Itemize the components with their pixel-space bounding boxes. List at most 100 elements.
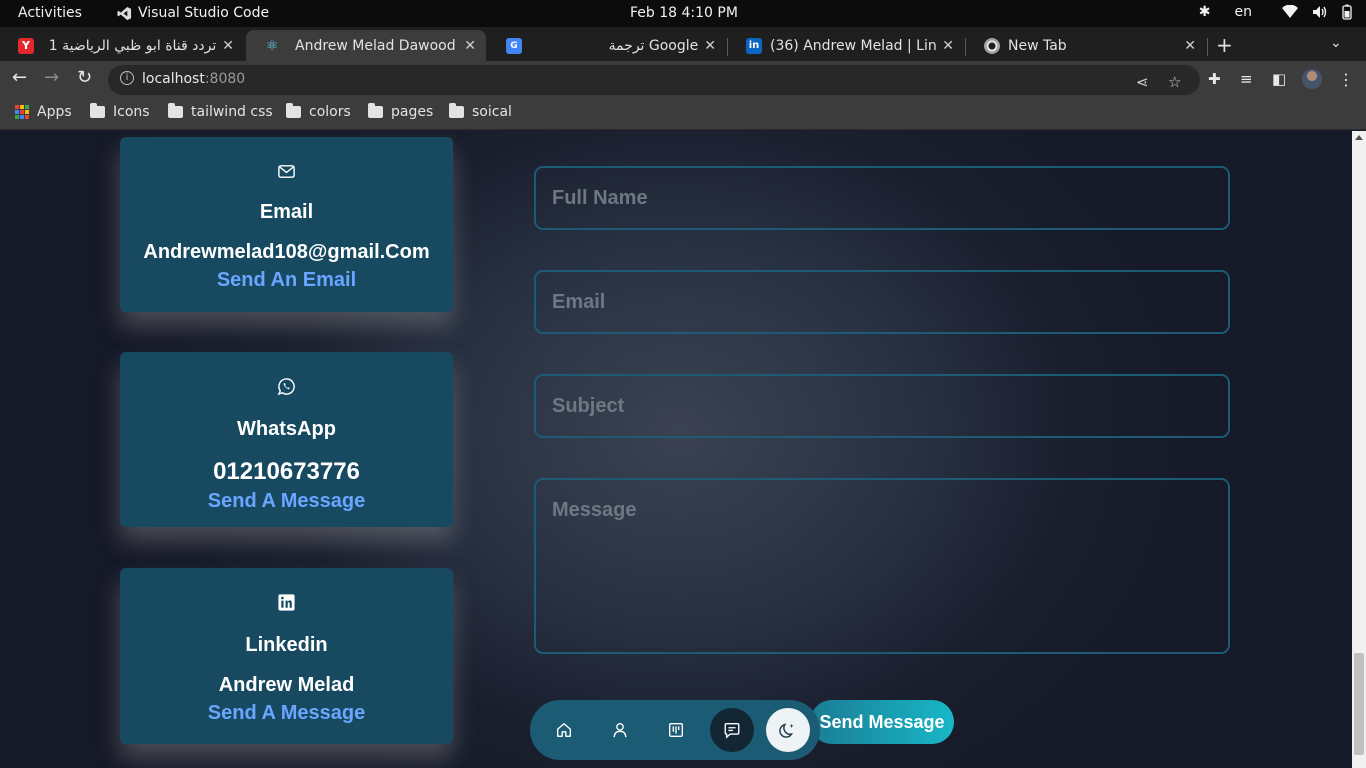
kebab-menu-icon[interactable]: ⋮ — [1338, 70, 1354, 89]
clock[interactable]: Feb 18 4:10 PM — [630, 5, 738, 21]
tab-search-chevron-icon[interactable]: ⌄ — [1330, 35, 1342, 51]
close-icon[interactable]: ✕ — [942, 38, 954, 54]
full-name-input[interactable] — [534, 166, 1230, 230]
nav-home-button[interactable] — [542, 708, 586, 752]
card-title: Email — [259, 201, 314, 223]
message-textarea[interactable] — [534, 478, 1230, 654]
bookmark-label: pages — [391, 104, 434, 120]
whatsapp-icon — [277, 378, 295, 396]
react-icon: ⚛ — [265, 37, 279, 54]
bookmark-apps[interactable]: Apps — [15, 104, 72, 120]
tab-title: Andrew Melad Dawood — [295, 37, 456, 54]
tab-new-tab[interactable]: New Tab ✕ — [966, 30, 1206, 61]
card-value: Andrew Melad — [218, 674, 355, 696]
bookmark-soical[interactable]: soical — [449, 103, 512, 120]
extensions-puzzle-icon[interactable]: ✚ — [1208, 70, 1221, 88]
bookmark-label: Icons — [113, 104, 150, 120]
folder-icon — [90, 103, 105, 118]
tab-title: New Tab — [1008, 37, 1067, 54]
apps-grid-icon — [15, 105, 29, 119]
browser-toolbar: ← → ↻ i localhost:8080 ⋖ ☆ ✚ ≡ ◧ ⋮ — [0, 61, 1366, 98]
nav-portfolio-button[interactable] — [654, 708, 698, 752]
card-title: Linkedin — [245, 634, 328, 656]
tab-title: Google ترجمة — [608, 37, 699, 54]
slack-icon[interactable]: ✱ — [1199, 4, 1211, 20]
tab-google-translate[interactable]: G Google ترجمة ✕ — [488, 30, 726, 61]
tab-separator — [1207, 38, 1208, 56]
bookmark-star-icon[interactable]: ☆ — [1168, 73, 1181, 91]
tab-linkedin[interactable]: in (36) Andrew Melad | Linke ✕ — [728, 30, 964, 61]
close-icon[interactable]: ✕ — [1184, 38, 1196, 54]
wifi-icon[interactable] — [1282, 5, 1298, 19]
home-icon — [557, 723, 571, 737]
bookmark-label: soical — [472, 104, 512, 120]
mail-icon — [278, 165, 295, 178]
folder-icon — [286, 103, 301, 118]
folder-icon — [168, 103, 183, 118]
google-translate-icon: G — [506, 37, 522, 54]
page-scrollbar[interactable] — [1352, 131, 1366, 768]
card-value: Andrewmelad108@gmail.Com — [143, 241, 430, 263]
volume-icon[interactable] — [1312, 5, 1328, 19]
scroll-up-arrow-icon[interactable] — [1355, 135, 1363, 140]
active-app-menu[interactable]: Visual Studio Code — [117, 5, 269, 21]
nav-contact-button[interactable] — [710, 708, 754, 752]
share-icon[interactable]: ⋖ — [1136, 73, 1149, 91]
activities-button[interactable]: Activities — [18, 5, 82, 21]
forward-arrow-icon[interactable]: → — [44, 67, 59, 88]
user-icon — [613, 723, 627, 738]
bookmark-colors[interactable]: colors — [286, 103, 351, 120]
send-whatsapp-link[interactable]: Send A Message — [120, 490, 453, 513]
tab-strip: Y تردد قناة ابو ظبي الرياضية 1 ✕ ⚛ Andre… — [0, 27, 1366, 61]
portfolio-icon — [669, 723, 683, 737]
contact-card-email: Email Andrewmelad108@gmail.Com Send An E… — [120, 137, 453, 312]
new-tab-button[interactable]: + — [1216, 33, 1233, 57]
close-icon[interactable]: ✕ — [222, 38, 234, 54]
contact-card-linkedin: Linkedin Andrew Melad Send A Message — [120, 568, 453, 744]
bookmark-label: colors — [309, 104, 351, 120]
close-icon[interactable]: ✕ — [464, 38, 476, 54]
contact-card-whatsapp: WhatsApp 01210673776 Send A Message — [120, 352, 453, 527]
linkedin-icon — [278, 594, 295, 611]
send-linkedin-link[interactable]: Send A Message — [120, 702, 453, 725]
nav-about-button[interactable] — [598, 708, 642, 752]
language-indicator[interactable]: en — [1235, 4, 1253, 20]
email-input[interactable] — [534, 270, 1230, 334]
subject-input[interactable] — [534, 374, 1230, 438]
profile-avatar[interactable] — [1302, 69, 1322, 89]
bookmark-label: tailwind css — [191, 104, 273, 120]
vscode-icon — [117, 6, 132, 20]
folder-icon — [449, 103, 464, 118]
battery-icon[interactable] — [1342, 4, 1352, 20]
side-panel-icon[interactable]: ◧ — [1272, 70, 1286, 88]
tab-portfolio[interactable]: ⚛ Andrew Melad Dawood ✕ — [246, 30, 486, 61]
bookmark-icons[interactable]: Icons — [90, 103, 150, 120]
tab-abu-dhabi[interactable]: Y تردد قناة ابو ظبي الرياضية 1 ✕ — [0, 30, 244, 61]
contact-page: Email Andrewmelad108@gmail.Com Send An E… — [0, 131, 1352, 768]
bookmark-tailwind-css[interactable]: tailwind css — [168, 103, 273, 120]
scrollbar-thumb[interactable] — [1354, 653, 1364, 755]
address-bar[interactable]: i localhost:8080 ⋖ ☆ — [108, 65, 1200, 95]
yandex-icon: Y — [18, 37, 34, 54]
tab-title: (36) Andrew Melad | Linke — [770, 37, 937, 54]
moon-icon — [779, 723, 794, 738]
linkedin-icon: in — [746, 37, 762, 54]
close-icon[interactable]: ✕ — [704, 38, 716, 54]
media-queue-icon[interactable]: ≡ — [1240, 70, 1253, 88]
system-tray[interactable]: ✱ en — [1199, 4, 1352, 20]
site-info-icon[interactable]: i — [120, 71, 134, 85]
card-value: 01210673776 — [213, 458, 360, 485]
theme-toggle-button[interactable] — [766, 708, 810, 752]
send-email-link[interactable]: Send An Email — [120, 269, 453, 292]
card-title: WhatsApp — [237, 418, 336, 440]
bookmarks-bar: Apps Icons tailwind css colors pages soi… — [0, 98, 1366, 130]
bookmark-pages[interactable]: pages — [368, 103, 434, 120]
chrome-icon — [984, 37, 1000, 54]
back-arrow-icon[interactable]: ← — [12, 67, 27, 88]
url-host: localhost — [142, 71, 205, 87]
tab-title: تردد قناة ابو ظبي الرياضية 1 — [49, 37, 217, 54]
send-message-button[interactable]: Send Message — [810, 700, 954, 744]
url-port: :8080 — [204, 71, 246, 87]
reload-icon[interactable]: ↻ — [77, 67, 92, 88]
url-text[interactable]: localhost:8080 — [142, 71, 245, 87]
